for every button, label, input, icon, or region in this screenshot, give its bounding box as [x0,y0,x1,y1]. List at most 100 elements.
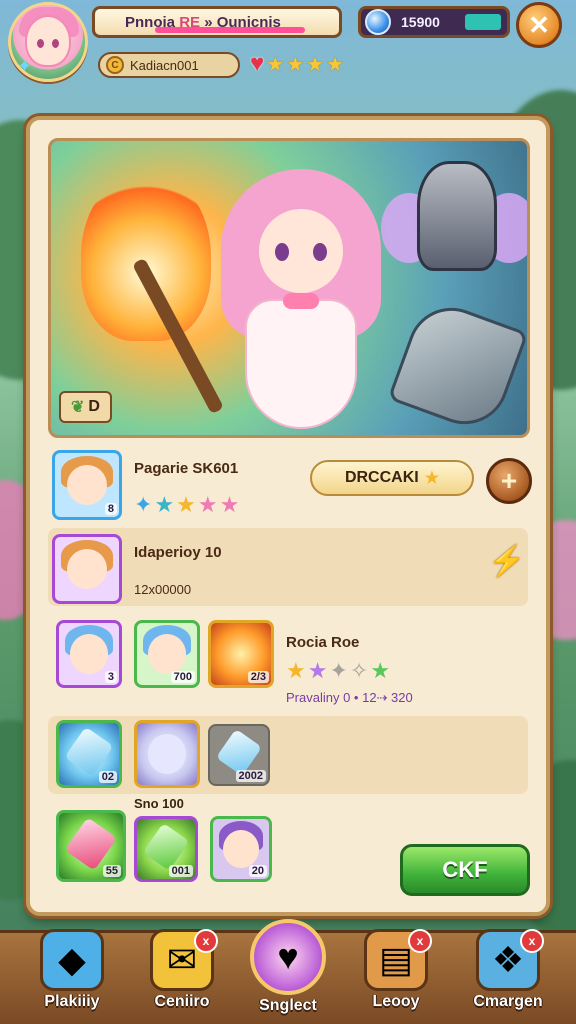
star-icon: ★ [326,53,344,76]
potion-icon [142,822,190,871]
row-top-label: Sno 100 [134,796,184,811]
notification-badge: x [194,929,218,953]
axe-icon [387,295,527,435]
nav-label: Snglect [259,997,317,1014]
heart-icon: ♥ [250,919,326,995]
notification-badge: x [408,929,432,953]
star-icon: ★ [286,658,306,683]
crystal-icon: ◆ [40,929,104,991]
character-card[interactable]: 20 [210,816,272,882]
player-id: Kadiacn001 [130,57,199,73]
player-avatar[interactable]: ✦ [8,2,88,82]
flame-effect [81,171,211,341]
confirm-button[interactable]: CKF [400,844,530,896]
star-icon: ★ [197,492,218,517]
upgrade-button[interactable]: DRCCAKI ★ [310,460,474,496]
row-name: Pagarie SK601 [134,460,239,477]
rarity-stars: ✦ ★ ★ ★ ★ [134,492,239,518]
character-card[interactable]: 3 [56,620,122,688]
hero-dress [245,299,357,429]
lives-and-rating: ♥ ★ ★ ★ ★ [250,50,344,78]
gem-counter[interactable]: 15900 [358,6,510,38]
fire-item-card[interactable]: 2/3 [208,620,274,688]
gem-icon [365,9,391,35]
gem-value: 15900 [401,14,440,30]
star-icon: ★ [266,53,285,76]
nav-label: Cmargen [473,993,543,1010]
element-badge-label: D [88,398,100,415]
card-face [147,634,187,674]
ruby-icon [64,816,118,870]
helmet-icon [417,161,497,271]
character-card[interactable]: 700 [134,620,200,688]
star-icon: ★ [307,658,328,683]
star-icon: ★ [219,492,240,517]
row-sub: 12x00000 [134,582,192,597]
star-icon: ✧ [349,658,369,683]
star-icon: ✦ [329,658,348,683]
card-face [66,548,108,590]
star-icon: ★ [370,658,391,683]
player-id-badge: C Kadiacn001 [98,52,240,78]
card-level: 700 [170,671,195,683]
row-sub: Pravaliny 0 • 12⇢ 320 [286,690,413,705]
locked-item-card[interactable]: 2002 [208,724,270,786]
character-card[interactable]: 8 [52,450,122,520]
gem-fill [465,14,501,30]
lightning-icon[interactable]: ⚡ [488,544,525,579]
card-face [66,464,108,506]
card-level: 02 [98,771,117,783]
rarity-stars: ★ ★ ✦ ✧ ★ [286,658,390,684]
bottom-nav: ◆ Plakiiiy ✉ x Ceniiro ♥ Snglect ▤ x Leo… [0,919,576,1024]
hero-face [259,209,343,293]
star-icon: ★ [176,492,196,517]
close-button[interactable]: ✕ [516,2,562,48]
star-icon: ✦ [17,56,33,76]
ghost-icon [147,734,187,774]
character-card[interactable] [52,534,122,604]
ice-item-card[interactable]: 02 [56,720,122,788]
card-level: 2002 [235,770,266,782]
star-icon: ★ [154,492,175,517]
nav-item-2[interactable]: ♥ Snglect [238,919,338,1023]
leaf-icon: ❦ [71,399,85,416]
ghost-item-card[interactable] [134,720,200,788]
nav-item-4[interactable]: ❖ x Cmargen [458,929,558,1023]
card-level: 8 [104,503,117,515]
card-face [69,634,109,674]
hero-artwork: ❦ D [48,138,530,438]
title-banner: Pnnoia RE » Ounicnis [92,6,342,38]
add-button[interactable]: + [486,458,532,504]
character-panel: ❦ D 8 Pagarie SK601 ✦ ★ ★ ★ ★ DRCCAKI ★ … [26,116,550,916]
star-icon: ★ [286,53,305,76]
star-icon: ★ [424,470,440,487]
card-level: 2/3 [247,671,269,683]
nav-item-1[interactable]: ✉ x Ceniiro [132,929,232,1023]
card-level: 20 [248,865,267,877]
nav-item-3[interactable]: ▤ x Leooy [346,929,446,1023]
element-badge[interactable]: ❦ D [59,391,112,423]
star-icon: ✦ [134,492,153,517]
potion-item-card[interactable]: 001 [134,816,198,882]
title-progress-fill [155,27,305,33]
card-level: 55 [102,865,121,877]
upgrade-button-label: DRCCAKI [344,469,419,486]
card-face [223,829,259,869]
hero-character [221,169,381,435]
heart-icon: ♥ [250,50,265,77]
nav-label: Plakiiiy [44,993,100,1010]
star-icon: ★ [306,53,325,76]
card-level: 3 [104,671,117,683]
nav-label: Ceniiro [154,993,210,1010]
card-level: 001 [168,865,193,877]
gem-item-card[interactable]: 55 [56,810,126,882]
nav-item-0[interactable]: ◆ Plakiiiy [22,929,122,1023]
notification-badge: x [520,929,544,953]
coin-icon: C [106,56,124,74]
crystal-icon [64,726,114,777]
nav-label: Leooy [372,993,420,1010]
row-name: Rocia Roe [286,634,360,651]
hero-bow [283,293,319,309]
top-bar: ✦ Pnnoia RE » Ounicnis 15900 ✕ C Kadiacn… [0,0,576,92]
row-name: Idaperioy 10 [134,544,222,561]
